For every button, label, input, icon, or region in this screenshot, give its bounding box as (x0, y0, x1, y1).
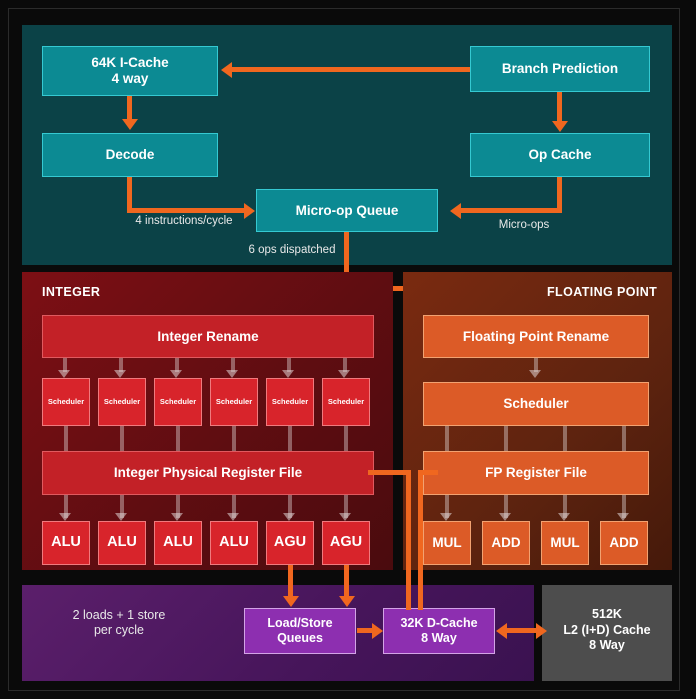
arrowhead-prf-alu-4 (227, 513, 239, 521)
arrow-opcache-to-queue (461, 208, 562, 213)
box-scheduler-6[interactable]: Scheduler (322, 378, 370, 426)
arrow-decode-to-queue (127, 208, 245, 213)
box-l2-cache[interactable]: 512K L2 (I+D) Cache 8 Way (552, 607, 662, 654)
arrowhead-rename-sched-6 (338, 370, 350, 378)
arrowhead-rename-sched-3 (170, 370, 182, 378)
arrowhead-agu2-to-lsq (338, 596, 355, 607)
arrowhead-branch-to-opcache (551, 121, 568, 132)
label-instructions-per-cycle: 4 instructions/cycle (135, 215, 233, 227)
arrowhead-branch-to-icache (221, 61, 232, 78)
box-scheduler-4[interactable]: Scheduler (210, 378, 258, 426)
box-agu-2[interactable]: AGU (322, 521, 370, 565)
arrowhead-prf-alu-3 (171, 513, 183, 521)
arrowhead-rename-sched-5 (282, 370, 294, 378)
arrowhead-fprf-mul-1 (440, 513, 452, 521)
box-integer-rename[interactable]: Integer Rename (42, 315, 374, 358)
box-scheduler-5[interactable]: Scheduler (266, 378, 314, 426)
arrowhead-fprf-add-2 (617, 513, 629, 521)
arrowhead-l2-to-dcache (496, 622, 507, 639)
arrowhead-opcache-to-queue (450, 202, 461, 219)
arrowhead-rename-sched-4 (226, 370, 238, 378)
label-loads-stores-per-cycle: 2 loads + 1 store per cycle (72, 608, 166, 637)
arrow-icache-to-decode (127, 96, 132, 120)
arrow-agu2-to-lsq (344, 565, 349, 597)
label-ops-dispatched: 6 ops dispatched (248, 244, 336, 256)
box-alu-3[interactable]: ALU (154, 521, 202, 565)
box-scheduler-2[interactable]: Scheduler (98, 378, 146, 426)
arrowhead-prf-alu-1 (59, 513, 71, 521)
box-fp-scheduler[interactable]: Scheduler (423, 382, 649, 426)
box-alu-1[interactable]: ALU (42, 521, 90, 565)
integer-section-title: INTEGER (42, 285, 101, 299)
box-fp-add-2[interactable]: ADD (600, 521, 648, 565)
arrowhead-fprename-sched (529, 370, 541, 378)
arrowhead-decode-to-queue (244, 202, 255, 219)
box-fp-mul-1[interactable]: MUL (423, 521, 471, 565)
arrowhead-prf-alu-2 (115, 513, 127, 521)
box-decode[interactable]: Decode (42, 133, 218, 177)
box-load-store-queues[interactable]: Load/Store Queues (244, 608, 356, 654)
box-scheduler-1[interactable]: Scheduler (42, 378, 90, 426)
arrow-int-prf-to-dcache-h (368, 470, 411, 475)
float-section-title: FLOATING POINT (547, 285, 658, 299)
arrow-opcache-down (557, 177, 562, 211)
box-scheduler-3[interactable]: Scheduler (154, 378, 202, 426)
label-microops: Micro-ops (498, 219, 550, 231)
arrowhead-lsq-to-dcache (372, 622, 383, 639)
arrowhead-rename-sched-1 (58, 370, 70, 378)
arrowhead-fprf-mul-2 (558, 513, 570, 521)
box-alu-4[interactable]: ALU (210, 521, 258, 565)
arrow-decode-down (127, 177, 132, 211)
box-alu-2[interactable]: ALU (98, 521, 146, 565)
box-fp-rename[interactable]: Floating Point Rename (423, 315, 649, 358)
arrowhead-agu1-to-lsq (282, 596, 299, 607)
box-d-cache[interactable]: 32K D-Cache 8 Way (383, 608, 495, 654)
box-fp-add-1[interactable]: ADD (482, 521, 530, 565)
arrowhead-rename-sched-2 (114, 370, 126, 378)
box-fp-register-file[interactable]: FP Register File (423, 451, 649, 495)
box-microop-queue[interactable]: Micro-op Queue (256, 189, 438, 232)
box-fp-mul-2[interactable]: MUL (541, 521, 589, 565)
box-branch-prediction[interactable]: Branch Prediction (470, 46, 650, 92)
arrow-int-prf-to-dcache-v (406, 470, 411, 610)
arrow-dcache-l2-bus (507, 628, 537, 633)
arrow-branch-to-opcache (557, 92, 562, 122)
box-agu-1[interactable]: AGU (266, 521, 314, 565)
arrowhead-icache-to-decode (121, 119, 138, 130)
arrowhead-fprf-add-1 (499, 513, 511, 521)
box-icache[interactable]: 64K I-Cache 4 way (42, 46, 218, 96)
box-integer-register-file[interactable]: Integer Physical Register File (42, 451, 374, 495)
arrowhead-prf-agu-2 (339, 513, 351, 521)
arrowhead-prf-agu-1 (283, 513, 295, 521)
arrow-branch-to-icache (232, 67, 470, 72)
diagram-canvas: 64K I-Cache 4 way Decode Branch Predicti… (0, 0, 696, 699)
arrow-fp-rf-to-dcache-v (418, 470, 423, 610)
box-op-cache[interactable]: Op Cache (470, 133, 650, 177)
arrow-agu1-to-lsq (288, 565, 293, 597)
arrowhead-dcache-to-l2 (536, 622, 547, 639)
